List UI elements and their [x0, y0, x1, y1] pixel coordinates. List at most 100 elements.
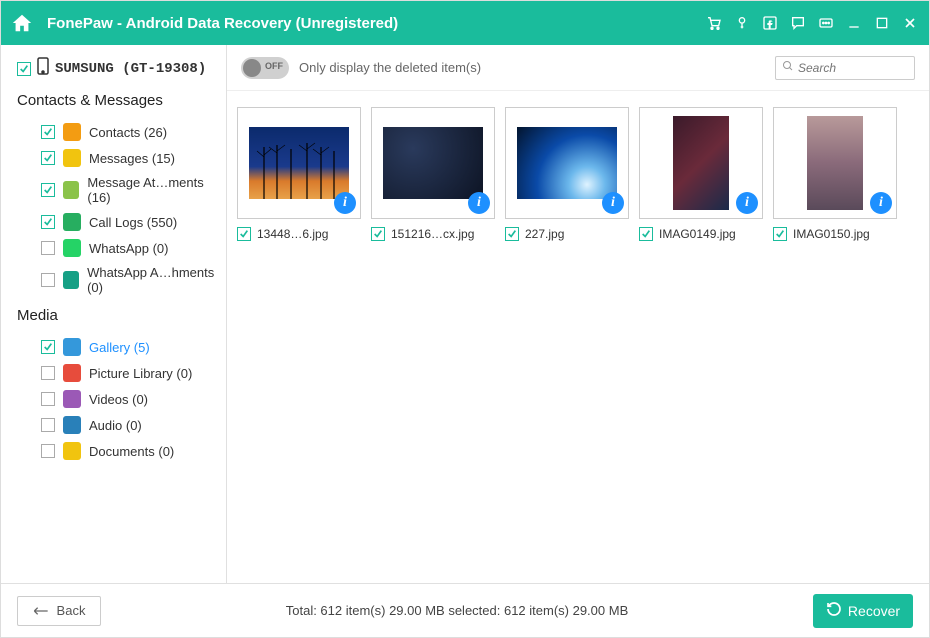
item-checkbox[interactable] [639, 227, 653, 241]
status-text: Total: 612 item(s) 29.00 MB selected: 61… [121, 603, 793, 618]
thumbnail-image [383, 127, 483, 199]
sidebar-item-label: Call Logs (550) [89, 215, 177, 230]
feedback-icon[interactable] [789, 14, 807, 32]
minimize-icon[interactable] [845, 14, 863, 32]
info-icon[interactable]: i [334, 192, 356, 214]
thumbnail-item[interactable]: i13448…6.jpg [237, 107, 361, 241]
recover-label: Recover [848, 603, 900, 619]
search-input[interactable] [798, 61, 908, 75]
sidebar-item-label: WhatsApp A…hments (0) [87, 265, 218, 295]
thumbnail-frame[interactable]: i [371, 107, 495, 219]
sidebar-item-label: Documents (0) [89, 444, 174, 459]
device-row[interactable]: SUMSUNG (GT-19308) [17, 57, 218, 80]
thumbnail-item[interactable]: iIMAG0150.jpg [773, 107, 897, 241]
section-media-title: Media [17, 307, 218, 324]
thumbnail-item[interactable]: i 151216…cx.jpg [371, 107, 495, 241]
info-icon[interactable]: i [736, 192, 758, 214]
toggle-label: OFF [265, 61, 283, 71]
sidebar: SUMSUNG (GT-19308) Contacts & Messages C… [1, 45, 227, 583]
sidebar-item-label: Messages (15) [89, 151, 175, 166]
item-checkbox[interactable] [41, 241, 55, 255]
more-icon[interactable] [817, 14, 835, 32]
sidebar-item-label: Videos (0) [89, 392, 148, 407]
thumbnail-image [673, 116, 729, 210]
device-checkbox[interactable] [17, 62, 31, 76]
deleted-filter-toggle[interactable]: OFF [241, 57, 289, 79]
gallery-icon [63, 338, 81, 356]
sidebar-item[interactable]: Contacts (26) [17, 119, 218, 145]
footer: Back Total: 612 item(s) 29.00 MB selecte… [1, 583, 929, 637]
sidebar-item[interactable]: Documents (0) [17, 438, 218, 464]
maximize-icon[interactable] [873, 14, 891, 32]
info-icon[interactable]: i [602, 192, 624, 214]
device-name: SUMSUNG (GT-19308) [55, 61, 206, 77]
section-contacts-title: Contacts & Messages [17, 92, 218, 109]
item-checkbox[interactable] [41, 444, 55, 458]
filter-description: Only display the deleted item(s) [299, 60, 765, 75]
sidebar-item[interactable]: Audio (0) [17, 412, 218, 438]
thumbnail-frame[interactable]: i [773, 107, 897, 219]
videos-icon [63, 390, 81, 408]
home-icon[interactable] [11, 12, 33, 34]
cart-icon[interactable] [705, 14, 723, 32]
item-checkbox[interactable] [41, 392, 55, 406]
sidebar-item[interactable]: Call Logs (550) [17, 209, 218, 235]
recover-button[interactable]: Recover [813, 594, 913, 628]
back-button[interactable]: Back [17, 596, 101, 626]
thumbnail-item[interactable]: i 227.jpg [505, 107, 629, 241]
sidebar-item[interactable]: WhatsApp (0) [17, 235, 218, 261]
contacts-icon [63, 123, 81, 141]
sidebar-item[interactable]: WhatsApp A…hments (0) [17, 261, 218, 299]
item-checkbox[interactable] [41, 418, 55, 432]
close-icon[interactable] [901, 14, 919, 32]
info-icon[interactable]: i [468, 192, 490, 214]
thumbnail-item[interactable]: iIMAG0149.jpg [639, 107, 763, 241]
documents-icon [63, 442, 81, 460]
item-checkbox[interactable] [41, 273, 55, 287]
item-checkbox[interactable] [41, 340, 55, 354]
search-box[interactable] [775, 56, 915, 80]
back-label: Back [57, 603, 86, 618]
facebook-icon[interactable] [761, 14, 779, 32]
sidebar-item[interactable]: Gallery (5) [17, 334, 218, 360]
item-checkbox[interactable] [41, 183, 55, 197]
thumbnail-label: 151216…cx.jpg [391, 227, 474, 241]
sidebar-item-label: WhatsApp (0) [89, 241, 168, 256]
thumbnail-frame[interactable]: i [505, 107, 629, 219]
info-icon[interactable]: i [870, 192, 892, 214]
picture-library-icon [63, 364, 81, 382]
whatsapp-attachments-icon [63, 271, 79, 289]
sidebar-item-label: Picture Library (0) [89, 366, 192, 381]
item-checkbox[interactable] [371, 227, 385, 241]
recover-icon [826, 601, 842, 620]
sidebar-item[interactable]: Messages (15) [17, 145, 218, 171]
item-checkbox[interactable] [237, 227, 251, 241]
phone-icon [37, 57, 49, 80]
item-checkbox[interactable] [773, 227, 787, 241]
sidebar-item-label: Audio (0) [89, 418, 142, 433]
item-checkbox[interactable] [41, 125, 55, 139]
content-panel: OFF Only display the deleted item(s) i13… [227, 45, 929, 583]
sidebar-item-label: Gallery (5) [89, 340, 150, 355]
item-checkbox[interactable] [41, 151, 55, 165]
sidebar-item[interactable]: Picture Library (0) [17, 360, 218, 386]
item-checkbox[interactable] [41, 215, 55, 229]
titlebar: FonePaw - Android Data Recovery (Unregis… [1, 1, 929, 45]
thumbnail-image [249, 127, 349, 199]
sidebar-item[interactable]: Videos (0) [17, 386, 218, 412]
content-toolbar: OFF Only display the deleted item(s) [227, 45, 929, 91]
item-checkbox[interactable] [505, 227, 519, 241]
sidebar-item-label: Contacts (26) [89, 125, 167, 140]
thumbnail-label: 227.jpg [525, 227, 564, 241]
thumbnail-frame[interactable]: i [639, 107, 763, 219]
thumbnail-image [517, 127, 617, 199]
thumbnail-grid: i13448…6.jpgi151216…cx.jpgi227.jpgiIMAG0… [227, 91, 929, 583]
sidebar-item[interactable]: Message At…ments (16) [17, 171, 218, 209]
thumbnail-image [807, 116, 863, 210]
thumbnail-label: IMAG0150.jpg [793, 227, 870, 241]
item-checkbox[interactable] [41, 366, 55, 380]
key-icon[interactable] [733, 14, 751, 32]
audio-icon [63, 416, 81, 434]
thumbnail-frame[interactable]: i [237, 107, 361, 219]
sidebar-item-label: Message At…ments (16) [87, 175, 218, 205]
